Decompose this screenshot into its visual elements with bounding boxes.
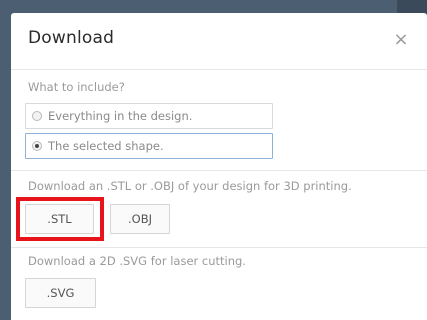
radio-option-everything[interactable]: Everything in the design. [25,103,273,129]
laser-label: Download a 2D .SVG for laser cutting. [28,254,246,268]
divider [11,170,427,171]
divider [11,247,427,248]
download-svg-button[interactable]: .SVG [25,278,96,308]
radio-label: Everything in the design. [48,109,193,123]
print3d-label: Download an .STL or .OBJ of your design … [28,179,352,193]
radio-option-selected-shape[interactable]: The selected shape. [25,133,273,159]
radio-label: The selected shape. [48,139,164,153]
download-obj-button[interactable]: .OBJ [110,204,170,234]
background-window-strip [397,0,427,14]
radio-icon[interactable] [32,111,42,121]
dialog-title: Download [28,28,115,48]
download-dialog: Download × What to include? Everything i… [11,13,427,320]
download-stl-button[interactable]: .STL [25,204,94,234]
dialog-header: Download × [11,13,427,70]
radio-selected-icon[interactable] [32,141,42,151]
include-label: What to include? [28,80,125,94]
close-icon[interactable]: × [391,30,411,50]
